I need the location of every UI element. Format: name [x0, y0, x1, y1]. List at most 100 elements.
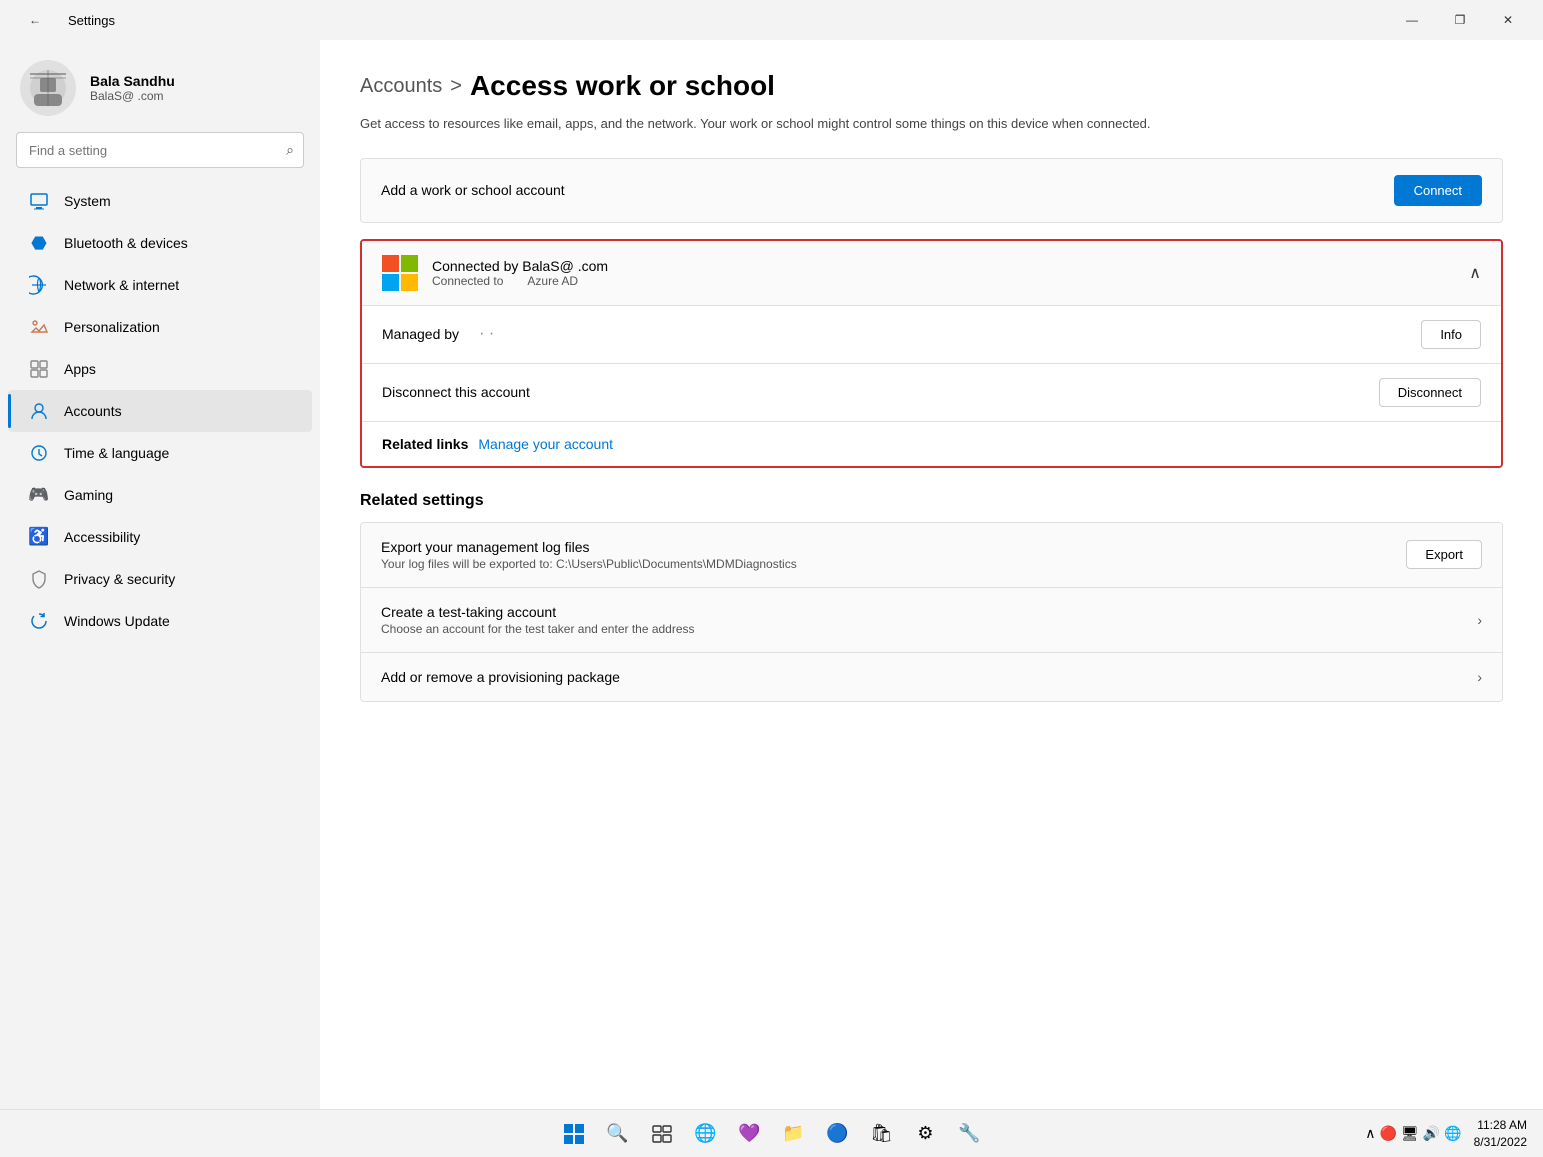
- system-tray: ∧ 🔴 🖥 🔊 🌐: [1365, 1125, 1461, 1142]
- provisioning-row[interactable]: Add or remove a provisioning package ›: [361, 653, 1502, 701]
- sidebar: Bala Sandhu BalaS@ .com ⌕ System ⬣ Bluet…: [0, 40, 320, 1109]
- edge-button[interactable]: 🌐: [688, 1116, 724, 1152]
- info-button[interactable]: Info: [1421, 320, 1481, 349]
- connected-info: Connected by BalaS@ .com Connected to Az…: [432, 258, 608, 288]
- user-email: BalaS@ .com: [90, 89, 175, 103]
- connected-header-left: Connected by BalaS@ .com Connected to Az…: [382, 255, 608, 291]
- managed-by-row: Managed by · · Info: [362, 306, 1501, 364]
- nav-privacy[interactable]: Privacy & security: [8, 558, 312, 600]
- privacy-label: Privacy & security: [64, 571, 175, 587]
- connected-to-label: Connected to: [432, 274, 503, 288]
- bluetooth-icon: ⬣: [28, 232, 50, 254]
- meet-button[interactable]: 💜: [732, 1116, 768, 1152]
- tray-caret[interactable]: ∧: [1365, 1125, 1375, 1142]
- breadcrumb-current: Access work or school: [470, 70, 775, 102]
- add-account-label: Add a work or school account: [381, 182, 565, 198]
- nav-system[interactable]: System: [8, 180, 312, 222]
- provisioning-right: ›: [1477, 669, 1482, 685]
- related-links-row: Related links Manage your account: [362, 422, 1501, 466]
- connected-title: Connected by BalaS@ .com: [432, 258, 608, 274]
- maximize-button[interactable]: ❐: [1437, 4, 1483, 36]
- export-right: Export: [1406, 540, 1482, 569]
- nav-personalization[interactable]: Personalization: [8, 306, 312, 348]
- microsoft-logo: [382, 255, 418, 291]
- winupdate-label: Windows Update: [64, 613, 170, 629]
- task-view-button[interactable]: [644, 1116, 680, 1152]
- connected-card: Connected by BalaS@ .com Connected to Az…: [360, 239, 1503, 468]
- titlebar-title: Settings: [68, 13, 115, 28]
- nav-time[interactable]: Time & language: [8, 432, 312, 474]
- nav-gaming[interactable]: 🎮 Gaming: [8, 474, 312, 516]
- time-display: 11:28 AM: [1474, 1117, 1527, 1134]
- tray-network[interactable]: 🔴: [1380, 1125, 1397, 1142]
- test-account-row[interactable]: Create a test-taking account Choose an a…: [361, 588, 1502, 653]
- connected-to-value: Azure AD: [527, 274, 578, 288]
- search-icon: ⌕: [286, 142, 294, 159]
- provisioning-title: Add or remove a provisioning package: [381, 669, 620, 685]
- disconnect-button[interactable]: Disconnect: [1379, 378, 1481, 407]
- time-icon: [28, 442, 50, 464]
- test-account-text: Create a test-taking account Choose an a…: [381, 604, 695, 636]
- disconnect-label: Disconnect this account: [382, 384, 530, 400]
- test-account-title: Create a test-taking account: [381, 604, 695, 620]
- nav-bluetooth[interactable]: ⬣ Bluetooth & devices: [8, 222, 312, 264]
- tray-wifi[interactable]: 🌐: [1444, 1125, 1461, 1142]
- apps-label: Apps: [64, 361, 96, 377]
- nav-network[interactable]: Network & internet: [8, 264, 312, 306]
- tray-volume[interactable]: 🔊: [1423, 1125, 1440, 1142]
- minimize-button[interactable]: —: [1389, 4, 1435, 36]
- search-input[interactable]: [16, 132, 304, 168]
- taskbar-center: 🔍 🌐 💜 📁 🔵 🛍 ⚙ 🔧: [556, 1116, 988, 1152]
- related-settings-card: Export your management log files Your lo…: [360, 522, 1503, 702]
- chevron-right-icon: ›: [1477, 612, 1482, 628]
- connect-button[interactable]: Connect: [1394, 175, 1482, 206]
- time-label: Time & language: [64, 445, 169, 461]
- export-button[interactable]: Export: [1406, 540, 1482, 569]
- back-button[interactable]: ←: [12, 4, 58, 36]
- titlebar-controls: — ❐ ✕: [1389, 4, 1531, 36]
- export-row[interactable]: Export your management log files Your lo…: [361, 523, 1502, 588]
- nav-accounts[interactable]: Accounts: [8, 390, 312, 432]
- app-button[interactable]: 🔧: [952, 1116, 988, 1152]
- nav-apps[interactable]: Apps: [8, 348, 312, 390]
- titlebar: ← Settings — ❐ ✕: [0, 0, 1543, 40]
- manage-account-link[interactable]: Manage your account: [478, 436, 613, 452]
- related-settings-title: Related settings: [360, 492, 1503, 510]
- taskbar-time[interactable]: 11:28 AM 8/31/2022: [1474, 1117, 1527, 1151]
- disconnect-row: Disconnect this account Disconnect: [362, 364, 1501, 422]
- connected-header: Connected by BalaS@ .com Connected to Az…: [362, 241, 1501, 306]
- system-icon: [28, 190, 50, 212]
- user-info: Bala Sandhu BalaS@ .com: [90, 73, 175, 103]
- app-body: Bala Sandhu BalaS@ .com ⌕ System ⬣ Bluet…: [0, 40, 1543, 1109]
- start-button[interactable]: [556, 1116, 592, 1152]
- taskbar: 🔍 🌐 💜 📁 🔵 🛍 ⚙ 🔧 ∧ 🔴 🖥 🔊 🌐 11:28 AM 8/: [0, 1109, 1543, 1157]
- privacy-icon: [28, 568, 50, 590]
- taskbar-settings-button[interactable]: ⚙: [908, 1116, 944, 1152]
- provisioning-text: Add or remove a provisioning package: [381, 669, 620, 685]
- taskbar-search-button[interactable]: 🔍: [600, 1116, 636, 1152]
- gaming-icon: 🎮: [28, 484, 50, 506]
- explorer-button[interactable]: 📁: [776, 1116, 812, 1152]
- close-button[interactable]: ✕: [1485, 4, 1531, 36]
- breadcrumb-separator: >: [450, 75, 462, 98]
- breadcrumb-parent[interactable]: Accounts: [360, 75, 442, 98]
- search-box: ⌕: [16, 132, 304, 168]
- test-account-right: ›: [1477, 612, 1482, 628]
- accounts-icon: [28, 400, 50, 422]
- managed-by-label: Managed by: [382, 326, 459, 342]
- expand-button[interactable]: ∧: [1469, 263, 1481, 283]
- managed-by-value: · ·: [479, 325, 494, 343]
- export-row-text: Export your management log files Your lo…: [381, 539, 797, 571]
- add-account-row: Add a work or school account Connect: [360, 158, 1503, 223]
- titlebar-left: ← Settings: [12, 4, 115, 36]
- accounts-label: Accounts: [64, 403, 122, 419]
- user-name: Bala Sandhu: [90, 73, 175, 89]
- personalization-icon: [28, 316, 50, 338]
- browser-button[interactable]: 🔵: [820, 1116, 856, 1152]
- nav-winupdate[interactable]: Windows Update: [8, 600, 312, 642]
- nav-accessibility[interactable]: ♿ Accessibility: [8, 516, 312, 558]
- network-label: Network & internet: [64, 277, 179, 293]
- store-button[interactable]: 🛍: [864, 1116, 900, 1152]
- tray-display[interactable]: 🖥: [1401, 1125, 1419, 1142]
- winupdate-icon: [28, 610, 50, 632]
